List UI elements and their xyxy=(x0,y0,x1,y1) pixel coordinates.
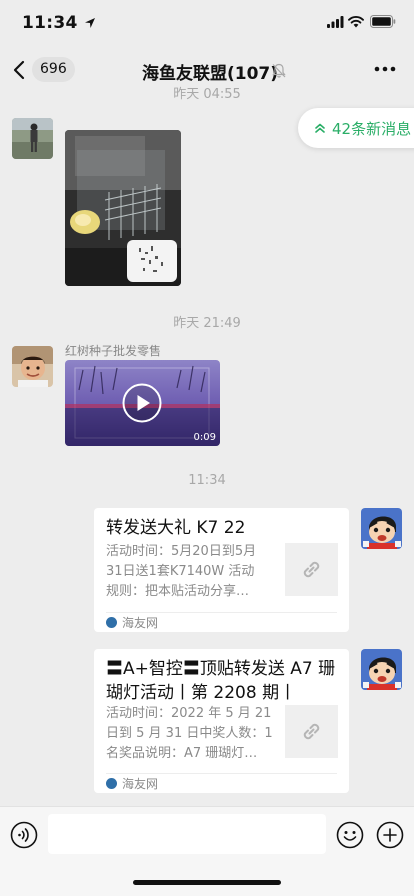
image-message[interactable] xyxy=(65,130,181,286)
source-app-icon xyxy=(106,617,117,628)
avatar[interactable] xyxy=(12,118,53,159)
mute-icon xyxy=(272,63,286,78)
source-app-icon xyxy=(106,778,117,789)
emoji-icon[interactable] xyxy=(336,821,364,849)
unread-count-badge[interactable]: 696 xyxy=(32,57,75,82)
back-chevron-icon[interactable] xyxy=(12,60,26,80)
link-card-desc-line: 31日送1套K7140W 活动 xyxy=(106,564,255,579)
link-thumbnail xyxy=(285,543,338,596)
location-arrow-icon xyxy=(85,18,95,28)
chat-title: 海鱼友联盟(107) xyxy=(142,64,279,84)
link-card-source: 海友网 xyxy=(122,616,159,630)
link-card-desc-line: 名奖品说明：A7 珊瑚灯… xyxy=(106,746,258,761)
video-duration: 0:09 xyxy=(193,432,216,443)
voice-icon[interactable] xyxy=(10,821,38,849)
timestamp: 昨天 04:55 xyxy=(173,87,241,102)
self-avatar[interactable] xyxy=(361,649,402,690)
video-message[interactable]: 0:09 xyxy=(65,360,220,446)
link-card-title: 〓A+智控〓顶贴转发送 A7 珊 瑚灯活动丨第 2208 期丨 xyxy=(106,657,335,705)
message-input[interactable] xyxy=(48,814,326,854)
link-card[interactable]: 〓A+智控〓顶贴转发送 A7 珊 瑚灯活动丨第 2208 期丨 活动时间：202… xyxy=(94,649,349,793)
link-icon xyxy=(303,723,320,740)
link-card[interactable]: 转发送大礼 K7 22 活动时间：5月20日到5月 31日送1套K7140W 活… xyxy=(94,508,349,632)
battery-icon xyxy=(370,15,396,28)
avatar[interactable] xyxy=(12,346,53,387)
status-time: 11:34 xyxy=(22,13,78,33)
more-icon[interactable] xyxy=(374,66,396,72)
link-card-description: 活动时间：5月20日到5月 31日送1套K7140W 活动 规则：把本贴活动分享… xyxy=(106,542,274,602)
divider xyxy=(106,612,337,613)
link-card-title: 转发送大礼 K7 22 xyxy=(106,518,246,538)
link-card-desc-line: 日到 5 月 31 日中奖人数：1 xyxy=(106,726,273,741)
link-card-desc-line: 规则：把本贴活动分享… xyxy=(106,584,250,599)
plus-icon[interactable] xyxy=(376,821,404,849)
new-messages-button[interactable]: 42条新消息 xyxy=(298,108,414,148)
wifi-icon xyxy=(348,15,364,28)
self-avatar[interactable] xyxy=(361,508,402,549)
timestamp: 11:34 xyxy=(188,473,226,488)
divider xyxy=(106,773,337,774)
sender-name: 红树种子批发零售 xyxy=(65,344,162,358)
double-chevron-up-icon xyxy=(315,123,325,133)
link-card-desc-line: 活动时间：2022 年 5 月 21 xyxy=(106,706,272,721)
link-card-title-line: 〓A+智控〓顶贴转发送 A7 珊 xyxy=(106,659,336,679)
link-icon xyxy=(303,561,320,578)
play-icon[interactable] xyxy=(122,383,162,423)
link-card-title-line: 瑚灯活动丨第 2208 期丨 xyxy=(106,683,297,703)
cellular-signal-icon xyxy=(327,16,344,28)
status-bar: 11:34 xyxy=(0,0,414,48)
new-messages-label: 42条新消息 xyxy=(332,120,412,138)
link-card-description: 活动时间：2022 年 5 月 21 日到 5 月 31 日中奖人数：1 名奖品… xyxy=(106,704,274,764)
link-thumbnail xyxy=(285,705,338,758)
home-indicator xyxy=(133,880,281,885)
timestamp: 昨天 21:49 xyxy=(173,316,241,331)
link-card-desc-line: 活动时间：5月20日到5月 xyxy=(106,544,257,559)
link-card-source: 海友网 xyxy=(122,777,159,791)
